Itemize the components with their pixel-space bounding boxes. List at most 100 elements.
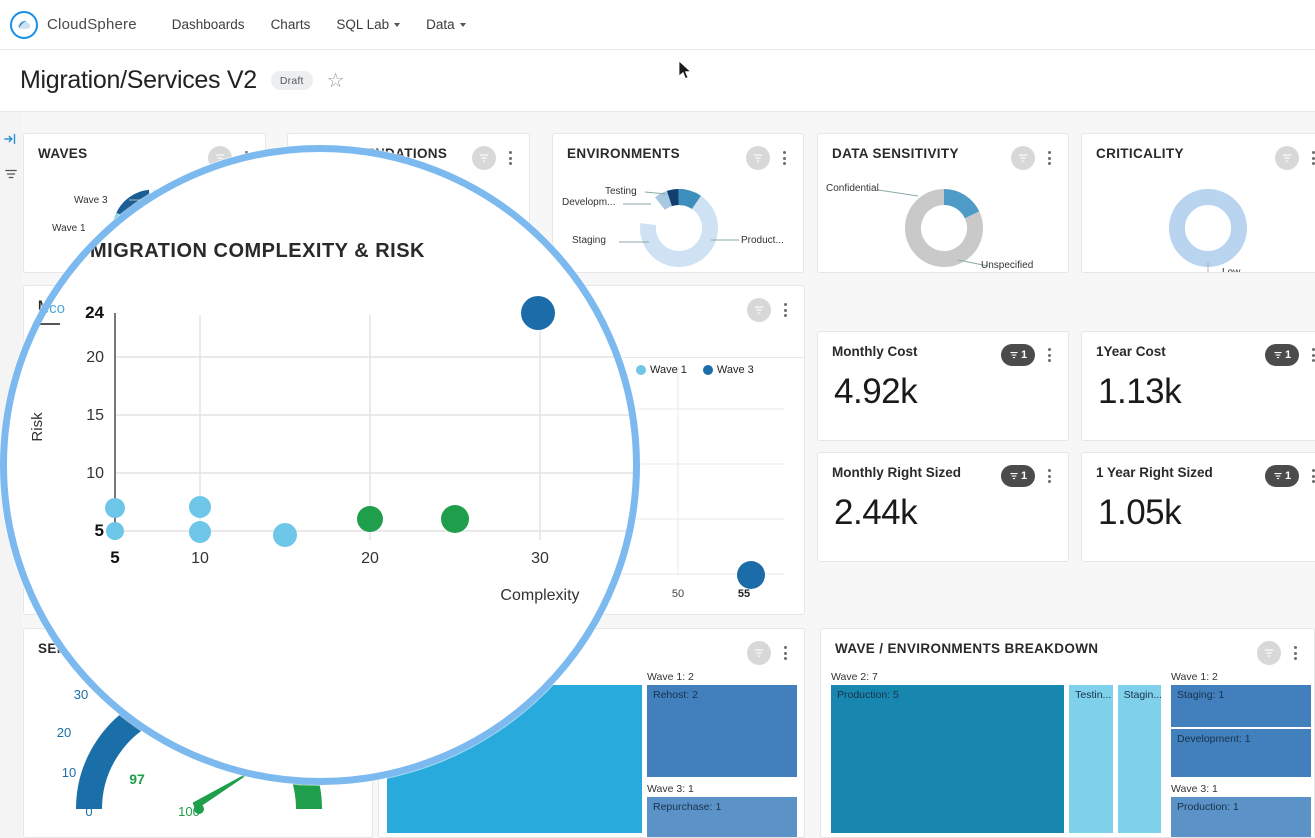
environments-label-staging: Staging	[572, 235, 606, 246]
svg-text:60: 60	[210, 663, 224, 678]
treemap-group-label: Wave 1: 2	[647, 671, 694, 683]
star-icon[interactable]: ☆	[327, 71, 345, 91]
filter-icon[interactable]	[746, 146, 770, 170]
svg-text:24: 24	[93, 360, 107, 374]
svg-text:50: 50	[672, 588, 684, 600]
svg-text:15: 15	[93, 457, 107, 471]
more-options-icon[interactable]	[1042, 345, 1056, 365]
treemap-cell[interactable]: Production: 5	[831, 685, 1065, 833]
filter-icon[interactable]	[472, 146, 496, 170]
more-options-icon[interactable]	[778, 300, 792, 320]
card-criticality-title: CRITICALITY	[1096, 146, 1184, 161]
brand-name: CloudSphere	[47, 16, 137, 33]
more-options-icon[interactable]	[777, 148, 791, 168]
filter-icon[interactable]: 1	[1265, 344, 1299, 366]
svg-text:100: 100	[178, 804, 200, 819]
more-options-icon[interactable]	[1306, 466, 1315, 486]
nav-item-sql-lab-label: SQL Lab	[336, 17, 390, 32]
filter-count: 1	[1020, 470, 1028, 482]
dashboard-header: Migration/Services V2 Draft ☆	[0, 50, 1315, 112]
more-options-icon[interactable]	[1306, 345, 1315, 365]
card-wave-environments-title: WAVE / ENVIRONMENTS BREAKDOWN	[835, 641, 1099, 656]
more-options-icon[interactable]	[1042, 466, 1056, 486]
more-options-icon[interactable]	[778, 643, 792, 663]
treemap-cell[interactable]: Stagin...	[1117, 685, 1162, 833]
environments-label-production: Product...	[741, 235, 784, 246]
treemap-group-label: Wave 3: 1	[647, 783, 694, 795]
card-environments: ENVIRONMENTS Testing Developm... Staging…	[552, 133, 804, 273]
svg-text:0: 0	[85, 804, 92, 819]
treemap-cell[interactable]: Rehost: 7	[387, 685, 642, 833]
treemap-group-label: Wave 3: 1	[1171, 783, 1218, 795]
treemap-cell[interactable]: Testin...	[1069, 685, 1113, 833]
filter-count: 1	[1020, 349, 1028, 361]
nav-item-dashboards[interactable]: Dashboards	[159, 11, 258, 38]
brand[interactable]: CloudSphere	[10, 10, 137, 39]
treemap-group-label: Wave 2: 7	[831, 671, 878, 683]
treemap-group-wave2: Wave 2: 7 Rehost: 7	[387, 671, 642, 833]
kpi-1year-right-sized: 1 Year Right Sized 1 1.05k	[1081, 452, 1315, 562]
waves-label-wave1: Wave 1	[52, 223, 86, 234]
scatter-plot: 24 20 15 10 5 5 10 20 30 50 55 Risk Comp…	[45, 356, 784, 600]
card-environments-title: ENVIRONMENTS	[567, 146, 680, 161]
svg-text:97: 97	[129, 771, 145, 787]
filter-icon[interactable]: 1	[1001, 465, 1035, 487]
app-root: CloudSphere Dashboards Charts SQL Lab Da…	[0, 0, 1315, 838]
expand-panel-icon[interactable]	[4, 132, 18, 151]
filter-icon[interactable]	[747, 641, 771, 665]
filter-icon[interactable]	[747, 298, 771, 322]
treemap-cell[interactable]: Staging: 1	[1171, 685, 1311, 727]
more-options-icon[interactable]	[503, 148, 517, 168]
svg-text:30: 30	[74, 687, 88, 702]
card-wave-recommendation: WAVE / RECOMMENDATI Wave 2: 7 Rehost: 7 …	[378, 628, 805, 838]
filter-icon[interactable]	[1011, 146, 1035, 170]
card-wave-environments: WAVE / ENVIRONMENTS BREAKDOWN Wave 2: 7 …	[820, 628, 1315, 838]
kpi-1year-cost-title: 1Year Cost	[1096, 344, 1166, 359]
card-waves: WAVES Wave 3 Wave 1	[23, 133, 266, 273]
left-rail	[0, 112, 22, 838]
more-options-icon[interactable]	[1042, 148, 1056, 168]
kpi-monthly-cost: Monthly Cost 1 4.92k	[817, 331, 1069, 441]
svg-text:20: 20	[57, 725, 71, 740]
svg-text:40: 40	[117, 663, 131, 678]
data-sensitivity-label-unspecified: Unspecified	[981, 260, 1034, 271]
svg-text:10: 10	[202, 586, 216, 600]
kpi-monthly-right-sized: Monthly Right Sized 1 2.44k	[817, 452, 1069, 562]
kpi-1year-cost-value: 1.13k	[1098, 372, 1182, 411]
svg-text:30: 30	[528, 586, 542, 600]
filter-icon[interactable]	[1275, 146, 1299, 170]
card-recommendations-title: RECOMMENDATIONS	[302, 146, 448, 161]
treemap-cell[interactable]: Production: 1	[1171, 797, 1311, 837]
svg-text:Risk: Risk	[45, 457, 59, 481]
filter-icon[interactable]	[1257, 641, 1281, 665]
environments-label-development: Developm...	[562, 197, 616, 208]
filter-count: 1	[1284, 470, 1292, 482]
svg-text:5: 5	[116, 586, 123, 600]
card-wave-recommendation-title: WAVE / RECOMMENDATI	[393, 641, 561, 656]
svg-text:10: 10	[93, 512, 107, 526]
card-recommendations: RECOMMENDATIONS Repurchase	[287, 133, 530, 273]
nav-item-charts[interactable]: Charts	[258, 11, 324, 38]
card-data-sensitivity: DATA SENSITIVITY Confidential Unspecifie…	[817, 133, 1069, 273]
filter-icon[interactable]: 1	[1265, 465, 1299, 487]
card-service-completeness-title: SERVICE COMPLETENESS	[38, 641, 220, 656]
treemap-cell[interactable]: Development: 1	[1171, 729, 1311, 777]
treemap-group-wave1: Wave 1: 2 Rehost: 2 Wave 3: 1 Repurchase…	[647, 671, 797, 837]
filter-icon[interactable]: 1	[1001, 344, 1035, 366]
service-completeness-gauge: 0 10 20 30 40 60 70 80 100 97	[57, 663, 322, 819]
treemap-cell[interactable]: Rehost: 2	[647, 685, 797, 777]
chevron-down-icon	[459, 22, 466, 27]
page-title: Migration/Services V2	[20, 66, 257, 94]
more-options-icon[interactable]	[1288, 643, 1302, 663]
nav-item-sql-lab[interactable]: SQL Lab	[323, 11, 413, 38]
filter-icon[interactable]	[208, 146, 232, 170]
more-options-icon[interactable]	[239, 148, 253, 168]
environments-label-testing: Testing	[605, 186, 637, 197]
nav-item-data[interactable]: Data	[413, 11, 479, 38]
treemap-group-env-wave2: Wave 2: 7 Production: 5 Testin... Stagin…	[831, 671, 1162, 833]
more-options-icon[interactable]	[1306, 148, 1315, 168]
filter-icon[interactable]	[4, 167, 18, 186]
waves-donut: Wave 3 Wave 1	[24, 170, 265, 272]
treemap-cell[interactable]: Repurchase: 1	[647, 797, 797, 837]
data-sensitivity-donut: Confidential Unspecified	[818, 170, 1068, 272]
